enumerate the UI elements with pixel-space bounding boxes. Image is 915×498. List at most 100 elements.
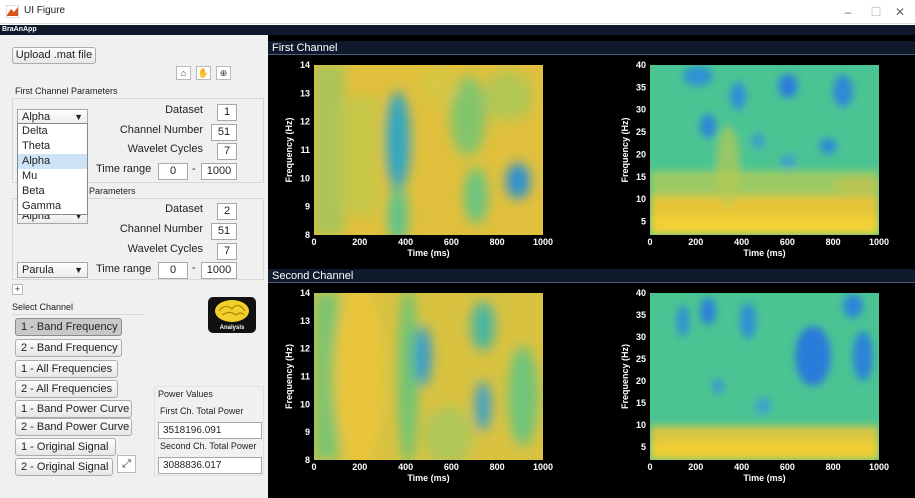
plot-first-band[interactable] [314, 65, 543, 246]
y-tick-label-second-all: 10 [636, 420, 646, 430]
time-dash-second: - [192, 262, 196, 274]
dataset-label-second: Dataset [165, 203, 203, 215]
y-tick-label-second-all: 30 [636, 332, 646, 342]
x-tick-label-first-all: 1000 [869, 237, 889, 247]
time-from-field-first[interactable]: 0 [158, 163, 188, 180]
btn-2-band-power-curve[interactable]: 2 - Band Power Curve [15, 418, 132, 436]
close-button[interactable]: ✕ [886, 1, 914, 23]
x-tick-label-first-band: 200 [352, 237, 367, 247]
y-tick-label-first-all: 35 [636, 82, 646, 92]
y-tick-label-first-band: 8 [305, 230, 310, 240]
x-tick-label-second-band: 0 [311, 462, 316, 472]
x-tick-label-first-band: 800 [490, 237, 505, 247]
btn-2-original-signal[interactable]: 2 - Original Signal [15, 458, 113, 476]
first-total-power-field[interactable]: 3518196.091 [158, 422, 262, 439]
first-total-power-label: First Ch. Total Power [160, 406, 244, 416]
btn-1-band-power-curve[interactable]: 1 - Band Power Curve [15, 400, 132, 418]
time-to-field-first[interactable]: 1000 [201, 163, 237, 180]
first-channel-bar: First Channel [268, 41, 915, 55]
x-axis-label-first-band: Time (ms) [407, 248, 449, 258]
pan-hand-icon[interactable]: ✋ [196, 66, 211, 80]
expand-icon[interactable]: ⤢ [117, 455, 136, 473]
chevron-down-icon: ▼ [74, 265, 83, 275]
window-title: UI Figure [24, 5, 66, 16]
x-tick-label-first-all: 600 [780, 237, 795, 247]
power-values-heading: Power Values [158, 389, 213, 399]
home-icon[interactable]: ⌂ [176, 66, 191, 80]
time-to-field-second[interactable]: 1000 [201, 262, 237, 279]
x-tick-label-second-all: 200 [688, 462, 703, 472]
colormap-value: Parula [22, 264, 54, 276]
y-tick-label-first-all: 30 [636, 105, 646, 115]
x-tick-label-second-all: 1000 [869, 462, 889, 472]
y-tick-label-second-all: 25 [636, 354, 646, 364]
x-tick-label-first-all: 800 [826, 237, 841, 247]
second-total-power-field[interactable]: 3088836.017 [158, 457, 262, 474]
time-from-field-second[interactable]: 0 [158, 262, 188, 279]
x-tick-label-second-band: 400 [398, 462, 413, 472]
x-tick-label-second-band: 200 [352, 462, 367, 472]
add-icon[interactable]: + [12, 284, 23, 295]
brain-analysis-icon[interactable]: Analysis [208, 297, 256, 333]
band-option-mu[interactable]: Mu [18, 169, 87, 184]
chevron-down-icon: ▼ [74, 112, 83, 122]
y-tick-label-second-all: 15 [636, 398, 646, 408]
y-tick-label-second-band: 8 [305, 455, 310, 465]
btn-1-all-frequencies[interactable]: 1 - All Frequencies [15, 360, 118, 378]
plot-second-all[interactable] [650, 293, 879, 460]
y-tick-label-second-all: 35 [636, 310, 646, 320]
dataset-field-second[interactable]: 2 [217, 203, 237, 220]
x-tick-label-first-all: 200 [688, 237, 703, 247]
y-tick-label-first-band: 10 [300, 173, 310, 183]
x-tick-label-second-all: 800 [826, 462, 841, 472]
zoom-in-icon[interactable]: ⊕ [216, 66, 231, 80]
btn-2-band-frequency[interactable]: 2 - Band Frequency [15, 339, 122, 357]
band-option-delta[interactable]: Delta [18, 124, 87, 139]
analysis-label: Analysis [220, 325, 245, 331]
x-tick-label-second-band: 600 [444, 462, 459, 472]
btn-1-band-frequency[interactable]: 1 - Band Frequency [15, 318, 122, 336]
band-option-alpha[interactable]: Alpha [18, 154, 87, 169]
band-dropdown-list[interactable]: Delta Theta Alpha Mu Beta Gamma [17, 123, 88, 215]
colormap-dropdown[interactable]: Parula ▼ [17, 262, 88, 278]
y-tick-label-second-band: 10 [300, 399, 310, 409]
x-axis-label-second-band: Time (ms) [407, 473, 449, 483]
channel-number-label-second: Channel Number [119, 223, 203, 235]
y-tick-label-first-all: 15 [636, 172, 646, 182]
x-tick-label-second-all: 400 [734, 462, 749, 472]
y-tick-label-second-band: 13 [300, 316, 310, 326]
y-tick-label-second-all: 20 [636, 376, 646, 386]
wavelet-cycles-field-first[interactable]: 7 [217, 143, 237, 160]
btn-1-original-signal[interactable]: 1 - Original Signal [15, 438, 116, 456]
x-tick-label-second-band: 800 [490, 462, 505, 472]
x-tick-label-first-band: 400 [398, 237, 413, 247]
y-tick-label-first-band: 9 [305, 202, 310, 212]
y-tick-label-first-band: 13 [300, 88, 310, 98]
y-axis-label-first-band: Frequency (Hz) [284, 117, 294, 182]
y-tick-label-first-all: 40 [636, 60, 646, 70]
y-axis-label-second-band: Frequency (Hz) [284, 344, 294, 409]
band-option-gamma[interactable]: Gamma [18, 199, 87, 214]
plot-first-all[interactable] [650, 65, 883, 235]
app-name: BraAnApp [2, 26, 37, 33]
dataset-field-first[interactable]: 1 [217, 104, 237, 121]
matlab-app-icon [6, 5, 19, 18]
channel-number-field-first[interactable]: 51 [211, 124, 237, 141]
y-tick-label-first-all: 25 [636, 127, 646, 137]
x-axis-label-first-all: Time (ms) [743, 248, 785, 258]
channel-number-field-second[interactable]: 51 [211, 223, 237, 240]
btn-2-all-frequencies[interactable]: 2 - All Frequencies [15, 380, 118, 398]
plot-second-band[interactable] [314, 286, 543, 466]
upload-mat-button[interactable]: Upload .mat file [12, 47, 96, 64]
y-tick-label-second-all: 40 [636, 288, 646, 298]
y-tick-label-second-band: 14 [300, 288, 310, 298]
band-option-beta[interactable]: Beta [18, 184, 87, 199]
band-option-theta[interactable]: Theta [18, 139, 87, 154]
wavelet-cycles-label: Wavelet Cycles [127, 143, 203, 155]
wavelet-cycles-field-second[interactable]: 7 [217, 243, 237, 260]
title-bar: UI Figure – ☐ ✕ [0, 0, 915, 24]
y-tick-label-second-band: 11 [300, 372, 310, 382]
x-tick-label-first-band: 1000 [533, 237, 553, 247]
minimize-button[interactable]: – [834, 1, 862, 23]
spectrogram-plots[interactable]: 0 200 400 600 800 1000891011121314Time (ms)Fr… [268, 56, 915, 498]
